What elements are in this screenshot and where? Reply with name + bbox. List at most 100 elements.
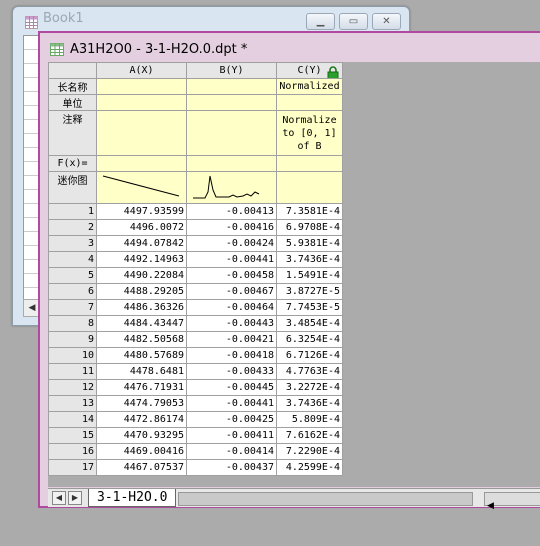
table-row[interactable]: 13 4474.79053 -0.00441 3.7436E-4 [48,395,343,412]
row-number[interactable]: 16 [48,443,97,460]
cell-b[interactable]: -0.00443 [186,315,277,332]
cell-a[interactable]: 4467.07537 [96,459,187,476]
fx-c[interactable] [276,155,343,172]
comments-b[interactable] [186,110,277,156]
table-row[interactable]: 7 4486.36326 -0.00464 7.7453E-5 [48,299,343,316]
sheet-tab[interactable]: 3-1-H2O.0 [88,489,177,507]
cell-b[interactable]: -0.00424 [186,235,277,252]
units-b[interactable] [186,94,277,111]
table-row[interactable]: 11 4478.6481 -0.00433 4.7763E-4 [48,363,343,380]
cell-c[interactable]: 7.6162E-4 [276,427,343,444]
long-name-b[interactable] [186,78,277,95]
cell-c[interactable]: 3.8727E-5 [276,283,343,300]
table-row[interactable]: 9 4482.50568 -0.00421 6.3254E-4 [48,331,343,348]
row-number[interactable]: 1 [48,203,97,220]
cell-c[interactable]: 4.7763E-4 [276,363,343,380]
cell-b[interactable]: -0.00445 [186,379,277,396]
table-row[interactable]: 16 4469.00416 -0.00414 7.2290E-4 [48,443,343,460]
cell-c[interactable]: 6.9708E-4 [276,219,343,236]
cell-a[interactable]: 4492.14963 [96,251,187,268]
column-header-a[interactable]: A(X) [96,62,187,79]
row-number[interactable]: 6 [48,283,97,300]
corner-cell[interactable] [48,62,97,79]
comments-c[interactable]: Normalize to [0, 1] of B [276,110,343,156]
horizontal-scrollbar[interactable] [178,492,473,506]
prev-sheet-button[interactable]: ◀ [52,491,66,505]
row-number[interactable]: 10 [48,347,97,364]
row-number[interactable]: 7 [48,299,97,316]
table-row[interactable]: 12 4476.71931 -0.00445 3.2272E-4 [48,379,343,396]
row-number[interactable]: 2 [48,219,97,236]
table-row[interactable]: 10 4480.57689 -0.00418 6.7126E-4 [48,347,343,364]
cell-a[interactable]: 4496.0072 [96,219,187,236]
cell-b[interactable]: -0.00441 [186,251,277,268]
cell-a[interactable]: 4470.93295 [96,427,187,444]
next-sheet-button[interactable]: ▶ [68,491,82,505]
row-number[interactable]: 3 [48,235,97,252]
sparkline-b[interactable] [186,171,277,204]
cell-a[interactable]: 4482.50568 [96,331,187,348]
row-number[interactable]: 9 [48,331,97,348]
cell-c[interactable]: 3.2272E-4 [276,379,343,396]
row-number[interactable]: 5 [48,267,97,284]
table-row[interactable]: 4 4492.14963 -0.00441 3.7436E-4 [48,251,343,268]
cell-b[interactable]: -0.00433 [186,363,277,380]
cell-c[interactable]: 3.7436E-4 [276,395,343,412]
table-row[interactable]: 1 4497.93599 -0.00413 7.3581E-4 [48,203,343,220]
close-button[interactable]: ✕ [372,13,401,30]
cell-c[interactable]: 4.2599E-4 [276,459,343,476]
cell-b[interactable]: -0.00467 [186,283,277,300]
cell-c[interactable]: 6.7126E-4 [276,347,343,364]
cell-c[interactable]: 3.7436E-4 [276,251,343,268]
row-number[interactable]: 12 [48,379,97,396]
cell-b[interactable]: -0.00411 [186,427,277,444]
long-name-c[interactable]: Normalized [276,78,343,95]
cell-b[interactable]: -0.00425 [186,411,277,428]
column-header-b[interactable]: B(Y) [186,62,277,79]
cell-b[interactable]: -0.00414 [186,443,277,460]
cell-a[interactable]: 4494.07842 [96,235,187,252]
cell-a[interactable]: 4478.6481 [96,363,187,380]
cell-c[interactable]: 7.3581E-4 [276,203,343,220]
cell-a[interactable]: 4484.43447 [96,315,187,332]
cell-a[interactable]: 4474.79053 [96,395,187,412]
cell-a[interactable]: 4476.71931 [96,379,187,396]
table-row[interactable]: 6 4488.29205 -0.00467 3.8727E-5 [48,283,343,300]
cell-a[interactable]: 4480.57689 [96,347,187,364]
cell-c[interactable]: 5.9381E-4 [276,235,343,252]
cell-a[interactable]: 4472.86174 [96,411,187,428]
long-name-a[interactable] [96,78,187,95]
minimize-button[interactable]: ▁ [306,13,335,30]
cell-a[interactable]: 4490.22084 [96,267,187,284]
worksheet-window[interactable]: A31H2O0 - 3-1-H2O.0.dpt * A(X) B(Y) C(Y)… [38,31,540,511]
table-row[interactable]: 2 4496.0072 -0.00416 6.9708E-4 [48,219,343,236]
table-row[interactable]: 8 4484.43447 -0.00443 3.4854E-4 [48,315,343,332]
cell-b[interactable]: -0.00437 [186,459,277,476]
cell-a[interactable]: 4486.36326 [96,299,187,316]
table-row[interactable]: 15 4470.93295 -0.00411 7.6162E-4 [48,427,343,444]
cell-c[interactable]: 7.7453E-5 [276,299,343,316]
cell-a[interactable]: 4488.29205 [96,283,187,300]
row-number[interactable]: 14 [48,411,97,428]
sparkline-a[interactable] [96,171,187,204]
cell-c[interactable]: 5.809E-4 [276,411,343,428]
units-c[interactable] [276,94,343,111]
worksheet-grid[interactable]: A(X) B(Y) C(Y) 长名称 Normalized 单位 注释 Norm… [48,62,540,487]
cell-b[interactable]: -0.00441 [186,395,277,412]
table-row[interactable]: 14 4472.86174 -0.00425 5.809E-4 [48,411,343,428]
cell-b[interactable]: -0.00464 [186,299,277,316]
cell-c[interactable]: 7.2290E-4 [276,443,343,460]
units-a[interactable] [96,94,187,111]
cell-c[interactable]: 1.5491E-4 [276,267,343,284]
horizontal-scrollbar-right[interactable]: ◀ [484,492,540,511]
row-number[interactable]: 4 [48,251,97,268]
cell-b[interactable]: -0.00458 [186,267,277,284]
row-number[interactable]: 11 [48,363,97,380]
cell-b[interactable]: -0.00418 [186,347,277,364]
cell-b[interactable]: -0.00413 [186,203,277,220]
comments-a[interactable] [96,110,187,156]
cell-a[interactable]: 4469.00416 [96,443,187,460]
sparkline-c[interactable] [276,171,343,204]
column-header-c[interactable]: C(Y) [276,62,343,79]
cell-b[interactable]: -0.00421 [186,331,277,348]
